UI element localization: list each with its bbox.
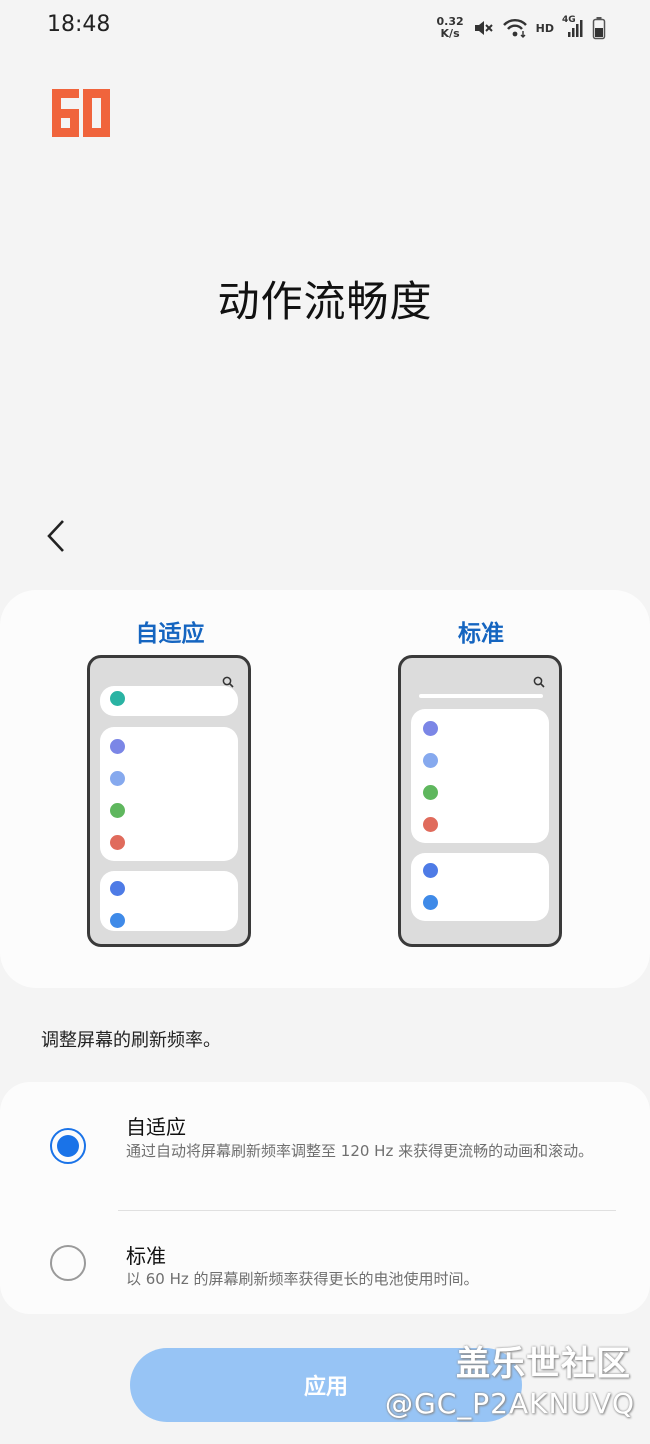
search-icon — [533, 676, 545, 688]
list-dot — [423, 753, 438, 768]
signal-icon: 4G — [562, 15, 584, 39]
list-dot — [110, 913, 125, 928]
list-card — [100, 727, 238, 861]
fps-60-logo — [52, 89, 110, 137]
list-dot — [110, 881, 125, 896]
back-button[interactable] — [36, 512, 76, 560]
list-card — [100, 686, 238, 716]
network-label: 4G — [562, 15, 576, 25]
preview-standard-label: 标准 — [458, 621, 504, 647]
preview-adaptive-label: 自适应 — [135, 621, 205, 647]
list-dot — [423, 721, 438, 736]
list-dot — [110, 835, 125, 850]
list-dot — [423, 785, 438, 800]
option-standard-title[interactable]: 标准 — [126, 1240, 166, 1269]
description-text: 调整屏幕的刷新频率。 — [41, 1030, 221, 1051]
radio-adaptive[interactable] — [50, 1128, 86, 1164]
page-title: 动作流畅度 — [217, 277, 433, 326]
divider — [118, 1210, 616, 1211]
phone-preview-adaptive — [87, 655, 251, 947]
list-card — [411, 853, 549, 921]
list-dot — [110, 691, 125, 706]
wifi-icon — [502, 19, 527, 38]
list-dot — [423, 863, 438, 878]
list-card-edge — [419, 694, 543, 698]
mute-icon — [474, 21, 493, 35]
chevron-left-icon — [47, 520, 64, 552]
list-card — [411, 709, 549, 843]
list-dot — [423, 895, 438, 910]
net-speed: 0.32 K/s — [437, 16, 464, 40]
status-time: 18:48 — [47, 12, 111, 37]
list-dot — [110, 739, 125, 754]
list-card — [100, 871, 238, 931]
option-standard-subtitle: 以 60 Hz 的屏幕刷新频率获得更长的电池使用时间。 — [126, 1270, 479, 1288]
list-dot — [110, 803, 125, 818]
battery-icon — [592, 17, 606, 40]
hd-label: HD — [535, 21, 554, 35]
list-dot — [110, 771, 125, 786]
list-dot — [423, 817, 438, 832]
net-speed-unit: K/s — [440, 27, 460, 40]
watermark-handle: @GC_P2AKNUVQ — [385, 1387, 636, 1420]
radio-standard[interactable] — [50, 1245, 86, 1281]
option-adaptive-subtitle: 通过自动将屏幕刷新频率调整至 120 Hz 来获得更流畅的动画和滚动。 — [126, 1142, 594, 1160]
status-icons: 0.32 K/s HD 4G — [437, 12, 606, 44]
phone-preview-standard — [398, 655, 562, 947]
option-adaptive-title[interactable]: 自适应 — [126, 1111, 186, 1140]
watermark-title: 盖乐世社区 — [456, 1344, 631, 1384]
radio-dot — [57, 1135, 79, 1157]
